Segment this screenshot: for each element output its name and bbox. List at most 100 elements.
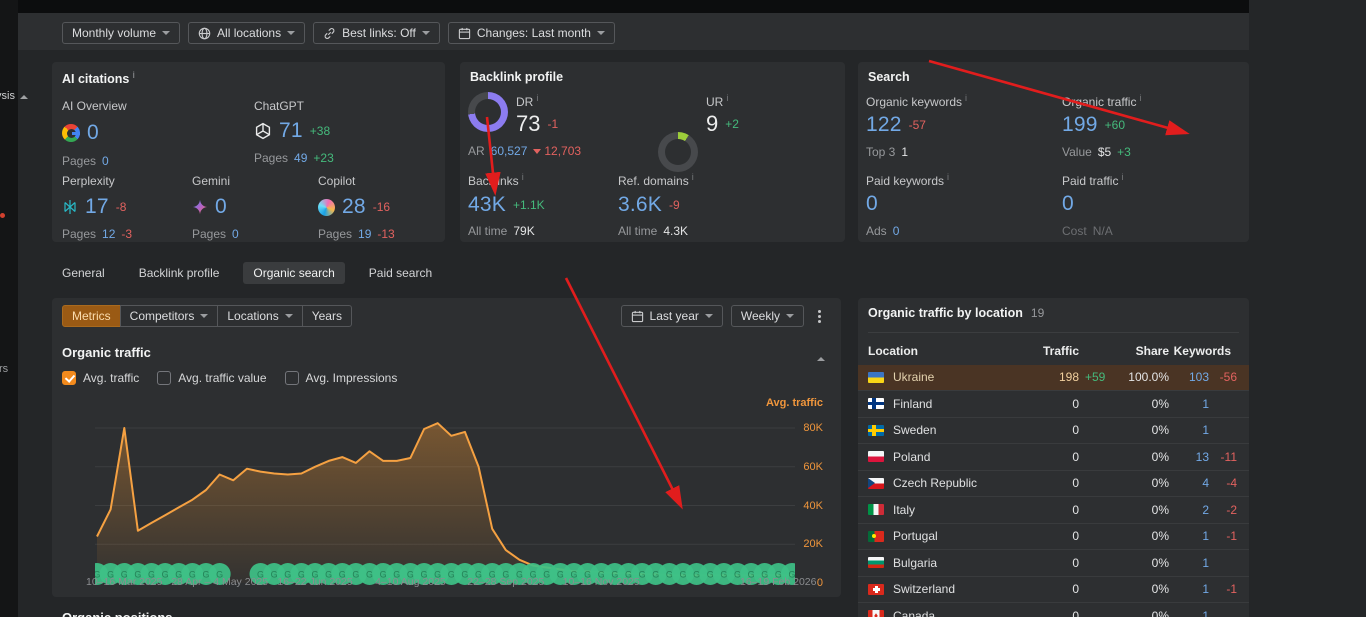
ai-overview-stat: AI Overview 0 Pages 0 bbox=[62, 99, 127, 168]
ur-donut-chart bbox=[658, 132, 698, 172]
y-tick-label: 0 bbox=[816, 577, 823, 589]
location-name: Finland bbox=[893, 396, 933, 411]
sidebar-item-analysis[interactable]: ysis bbox=[0, 90, 28, 102]
backlink-profile-title: Backlink profile bbox=[470, 70, 564, 84]
organic-keywords-label: Organic keywords bbox=[866, 93, 967, 109]
competitors-label: Competitors bbox=[129, 309, 195, 323]
google-g-icon bbox=[62, 124, 80, 142]
location-row[interactable]: Canada 0 0% 1 bbox=[858, 603, 1249, 617]
x-tick-label: 10–16 Nov 2025 bbox=[562, 576, 640, 588]
tab-paid-search[interactable]: Paid search bbox=[359, 262, 442, 284]
all-locations-label: All locations bbox=[217, 26, 282, 40]
se-flag-icon bbox=[868, 424, 884, 436]
location-row[interactable]: Czech Republic 0 0% 4 -4 bbox=[858, 471, 1249, 497]
locations-segment[interactable]: Locations bbox=[217, 305, 303, 327]
col-traffic: Traffic bbox=[1042, 344, 1079, 359]
gemini-stat: Gemini 0 Pages 0 bbox=[192, 174, 239, 241]
traffic-value: 0 bbox=[1072, 608, 1079, 617]
tab-backlink-profile[interactable]: Backlink profile bbox=[129, 262, 230, 284]
changes-label: Changes: Last month bbox=[476, 26, 591, 40]
chevron-down-icon bbox=[287, 31, 296, 35]
ur-label: UR bbox=[706, 93, 739, 109]
tab-organic-search[interactable]: Organic search bbox=[243, 262, 345, 284]
top3-label: Top 3 bbox=[866, 145, 896, 159]
pages-value: 19 bbox=[358, 227, 372, 241]
organic-traffic-chart[interactable]: GGGGGGGGGGGGGGGGGGGGGGGGGGGGGGGGGGGGGGGG… bbox=[95, 398, 795, 590]
ca-flag-icon bbox=[868, 610, 884, 617]
share-value: 0% bbox=[1151, 476, 1169, 491]
avg-traffic-checkbox[interactable]: Avg. traffic bbox=[62, 371, 139, 385]
location-name: Ukraine bbox=[893, 370, 935, 385]
divider bbox=[868, 332, 1239, 333]
y-tick-label: 40K bbox=[803, 499, 823, 512]
copilot-delta: -16 bbox=[372, 200, 391, 214]
years-segment[interactable]: Years bbox=[301, 305, 352, 327]
share-value: 0% bbox=[1151, 529, 1169, 544]
location-row[interactable]: Switzerland 0 0% 1 -1 bbox=[858, 577, 1249, 603]
notification-dot bbox=[0, 213, 5, 218]
share-value: 0% bbox=[1151, 423, 1169, 438]
alltime-label: All time bbox=[618, 224, 658, 238]
competitors-segment[interactable]: Competitors bbox=[119, 305, 219, 327]
chatgpt-value: 71 bbox=[279, 119, 303, 142]
changes-dropdown[interactable]: Changes: Last month bbox=[447, 22, 615, 44]
backlink-profile-panel: Backlink profile DR 73 -1 AR 60,527 12,7… bbox=[460, 62, 845, 242]
avg-traffic-value-checkbox[interactable]: Avg. traffic value bbox=[157, 371, 267, 385]
ar-value: 60,527 bbox=[490, 144, 528, 158]
date-range-dropdown[interactable]: Last year bbox=[620, 305, 723, 327]
alltime-value: 79K bbox=[513, 224, 535, 238]
chevron-down-icon bbox=[421, 31, 430, 35]
dr-donut-chart bbox=[468, 92, 508, 132]
gemini-label: Gemini bbox=[192, 174, 231, 188]
date-range-label: Last year bbox=[649, 309, 699, 323]
col-keywords: Keywords bbox=[1173, 344, 1231, 359]
metrics-segment[interactable]: Metrics bbox=[62, 305, 121, 327]
search-title: Search bbox=[868, 70, 910, 84]
keywords-delta: -1 bbox=[1226, 529, 1237, 544]
pages-delta: -13 bbox=[377, 227, 395, 241]
avg-impressions-checkbox[interactable]: Avg. Impressions bbox=[284, 371, 397, 385]
collapse-section-button[interactable] bbox=[817, 350, 825, 364]
location-table: Location Traffic Share Keywords Ukraine 1… bbox=[858, 338, 1249, 617]
left-sidebar-strip: ysis rs bbox=[0, 0, 28, 617]
openai-icon bbox=[254, 122, 272, 140]
tab-general[interactable]: General bbox=[52, 262, 115, 284]
pages-delta: -3 bbox=[121, 227, 133, 241]
location-row[interactable]: Finland 0 0% 1 bbox=[858, 391, 1249, 418]
svg-text:G: G bbox=[448, 570, 455, 580]
cost-value: N/A bbox=[1092, 224, 1113, 238]
ai-overview-value: 0 bbox=[87, 121, 99, 144]
keywords-delta: -11 bbox=[1220, 449, 1237, 464]
keywords-value: 1 bbox=[1202, 582, 1209, 597]
chart-overflow-menu[interactable] bbox=[812, 306, 827, 327]
granularity-dropdown[interactable]: Weekly bbox=[730, 305, 804, 327]
keywords-value: 1 bbox=[1202, 396, 1209, 411]
pages-label: Pages bbox=[192, 227, 227, 241]
chatgpt-stat: ChatGPT 71 +38 Pages 49 +23 bbox=[254, 99, 334, 165]
sidebar-item-competitors[interactable]: rs bbox=[0, 363, 8, 375]
location-row[interactable]: Poland 0 0% 13 -11 bbox=[858, 444, 1249, 471]
location-row[interactable]: Portugal 0 0% 1 -1 bbox=[858, 524, 1249, 550]
location-title-text: Organic traffic by location bbox=[868, 306, 1023, 320]
value-amount: $5 bbox=[1097, 145, 1112, 159]
location-row[interactable]: Sweden 0 0% 1 bbox=[858, 418, 1249, 444]
all-locations-dropdown[interactable]: All locations bbox=[188, 22, 306, 44]
monthly-volume-dropdown[interactable]: Monthly volume bbox=[62, 22, 181, 44]
gemini-icon bbox=[192, 199, 208, 215]
app-root: Monthly volume All locations Best links:… bbox=[0, 0, 1366, 617]
sidebar-fragment-text: ysis bbox=[0, 90, 15, 102]
location-row[interactable]: Italy 0 0% 2 -2 bbox=[858, 497, 1249, 524]
best-links-dropdown[interactable]: Best links: Off bbox=[313, 22, 440, 44]
svg-text:G: G bbox=[366, 570, 373, 580]
svg-text:G: G bbox=[707, 570, 714, 580]
svg-text:G: G bbox=[666, 570, 673, 580]
calendar-icon bbox=[631, 310, 644, 323]
keywords-delta: -56 bbox=[1219, 370, 1237, 385]
location-row[interactable]: Bulgaria 0 0% 1 bbox=[858, 550, 1249, 577]
location-row[interactable]: Ukraine 198 +59 100.0% 103 -56 bbox=[858, 364, 1249, 391]
keywords-delta: -4 bbox=[1226, 476, 1237, 491]
calendar-icon bbox=[458, 27, 471, 40]
checkbox-checked-icon bbox=[62, 371, 76, 385]
perplexity-value: 17 bbox=[85, 195, 109, 218]
col-location: Location bbox=[868, 344, 918, 359]
